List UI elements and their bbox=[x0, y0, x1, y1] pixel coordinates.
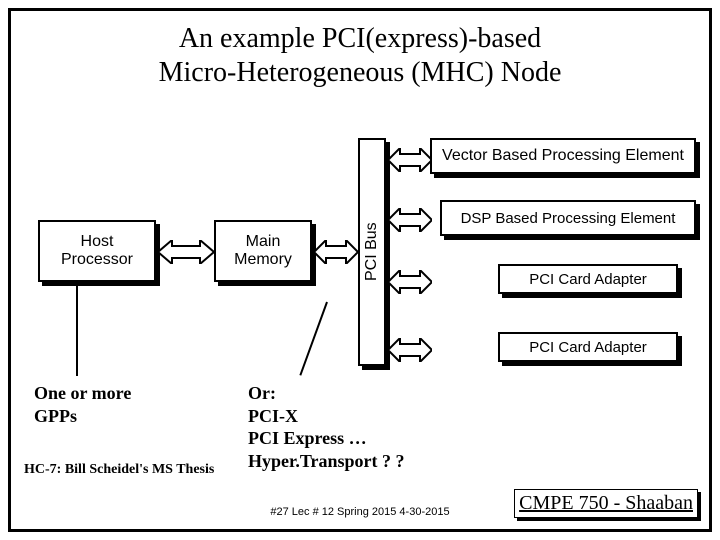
main-memory-block: Main Memory bbox=[214, 220, 312, 282]
gpps-annotation: One or more GPPs bbox=[34, 382, 131, 427]
thesis-credit: HC-7: Bill Scheidel's MS Thesis bbox=[24, 462, 214, 478]
vector-pe-block: Vector Based Processing Element bbox=[430, 138, 696, 174]
arrow-bus-adapter2 bbox=[388, 338, 432, 362]
slide-title: An example PCI(express)-based Micro-Hete… bbox=[0, 22, 720, 89]
callout-line-gpps bbox=[76, 284, 78, 376]
title-line1: An example PCI(express)-based bbox=[179, 23, 541, 54]
dsp-pe-block: DSP Based Processing Element bbox=[440, 200, 696, 236]
host-processor-block: Host Processor bbox=[38, 220, 156, 282]
arrow-mem-bus bbox=[314, 240, 358, 264]
pci-adapter2-block: PCI Card Adapter bbox=[498, 332, 678, 362]
arrow-bus-dsp bbox=[388, 208, 432, 232]
bus-alternatives-annotation: Or: PCI-X PCI Express … Hyper.Transport … bbox=[248, 382, 405, 472]
arrow-bus-adapter1 bbox=[388, 270, 432, 294]
arrow-bus-vector bbox=[388, 148, 432, 172]
title-line2: Micro-Heterogeneous (MHC) Node bbox=[159, 57, 562, 88]
course-badge: CMPE 750 - Shaaban bbox=[514, 489, 698, 518]
pci-bus-label: PCI Bus bbox=[358, 138, 386, 366]
arrow-host-mem bbox=[158, 240, 214, 264]
pci-adapter1-block: PCI Card Adapter bbox=[498, 264, 678, 294]
